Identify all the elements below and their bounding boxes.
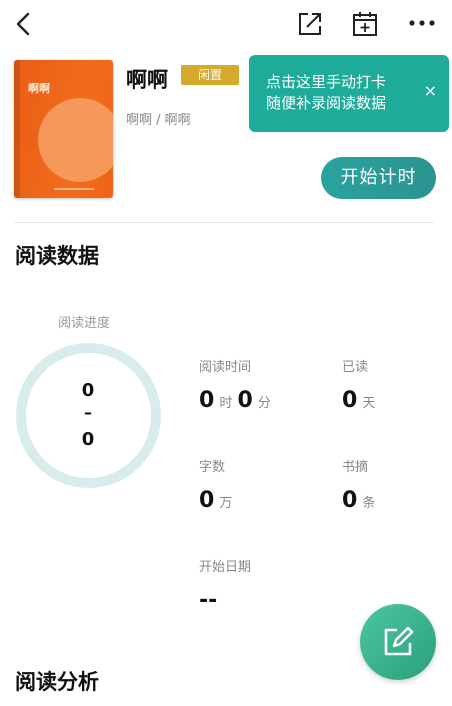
chevron-left-icon [16, 12, 30, 36]
reading-time-minutes-unit: 分 [257, 396, 271, 411]
share-button[interactable] [294, 8, 326, 40]
back-button[interactable] [8, 8, 38, 40]
word-count-unit: 万 [219, 496, 233, 511]
tooltip-line-1: 点击这里手动打卡 [266, 73, 387, 91]
word-count-number: 0 [199, 488, 215, 513]
days-read-number: 0 [342, 388, 358, 413]
calendar-add-icon [353, 12, 377, 36]
cover-footer-line [54, 188, 94, 190]
days-read-unit: 天 [362, 396, 376, 411]
progress-label: 阅读进度 [58, 316, 111, 331]
edit-record-button[interactable] [360, 604, 436, 680]
tooltip-line-2: 随便补录阅读数据 [266, 94, 387, 112]
word-count-label: 字数 [199, 460, 226, 475]
reading-time-label: 阅读时间 [199, 360, 252, 375]
close-icon[interactable]: × [424, 83, 437, 99]
excerpts-unit: 条 [362, 496, 376, 511]
days-read-value: 0 天 [342, 388, 375, 413]
divider [14, 222, 434, 223]
book-author: 啊啊 / 啊啊 [126, 113, 191, 128]
reading-time-minutes: 0 [237, 388, 253, 413]
progress-total: 0 [81, 429, 95, 450]
section-title-reading-data: 阅读数据 [15, 244, 99, 268]
cover-spine [14, 60, 20, 198]
word-count-value: 0 万 [199, 488, 232, 513]
cover-decoration [38, 98, 113, 182]
progress-current: 0 [81, 380, 95, 401]
reading-time-hours-unit: 时 [219, 396, 233, 411]
section-title-reading-analysis: 阅读分析 [15, 670, 99, 694]
more-button[interactable] [406, 10, 438, 36]
manual-checkin-tooltip[interactable]: 点击这里手动打卡 随便补录阅读数据 × [249, 55, 449, 132]
status-badge[interactable]: 闲置 [181, 65, 239, 85]
cover-title: 啊啊 [28, 82, 50, 95]
book-cover[interactable]: 啊啊 [14, 60, 113, 198]
more-horizontal-icon [409, 20, 435, 26]
excerpts-label: 书摘 [342, 460, 369, 475]
book-title: 啊啊 [126, 68, 168, 92]
reading-time-hours: 0 [199, 388, 215, 413]
calendar-button[interactable] [348, 8, 382, 40]
start-date-label: 开始日期 [199, 560, 252, 575]
start-timer-button[interactable]: 开始计时 [321, 157, 436, 199]
edit-icon [384, 626, 414, 656]
reading-time-value: 0 时 0 分 [199, 388, 271, 413]
excerpts-value: 0 条 [342, 488, 375, 513]
start-date-value: -- [199, 588, 218, 613]
excerpts-number: 0 [342, 488, 358, 513]
share-external-icon [299, 13, 321, 35]
days-read-label: 已读 [342, 360, 369, 375]
progress-separator: – [84, 403, 92, 422]
